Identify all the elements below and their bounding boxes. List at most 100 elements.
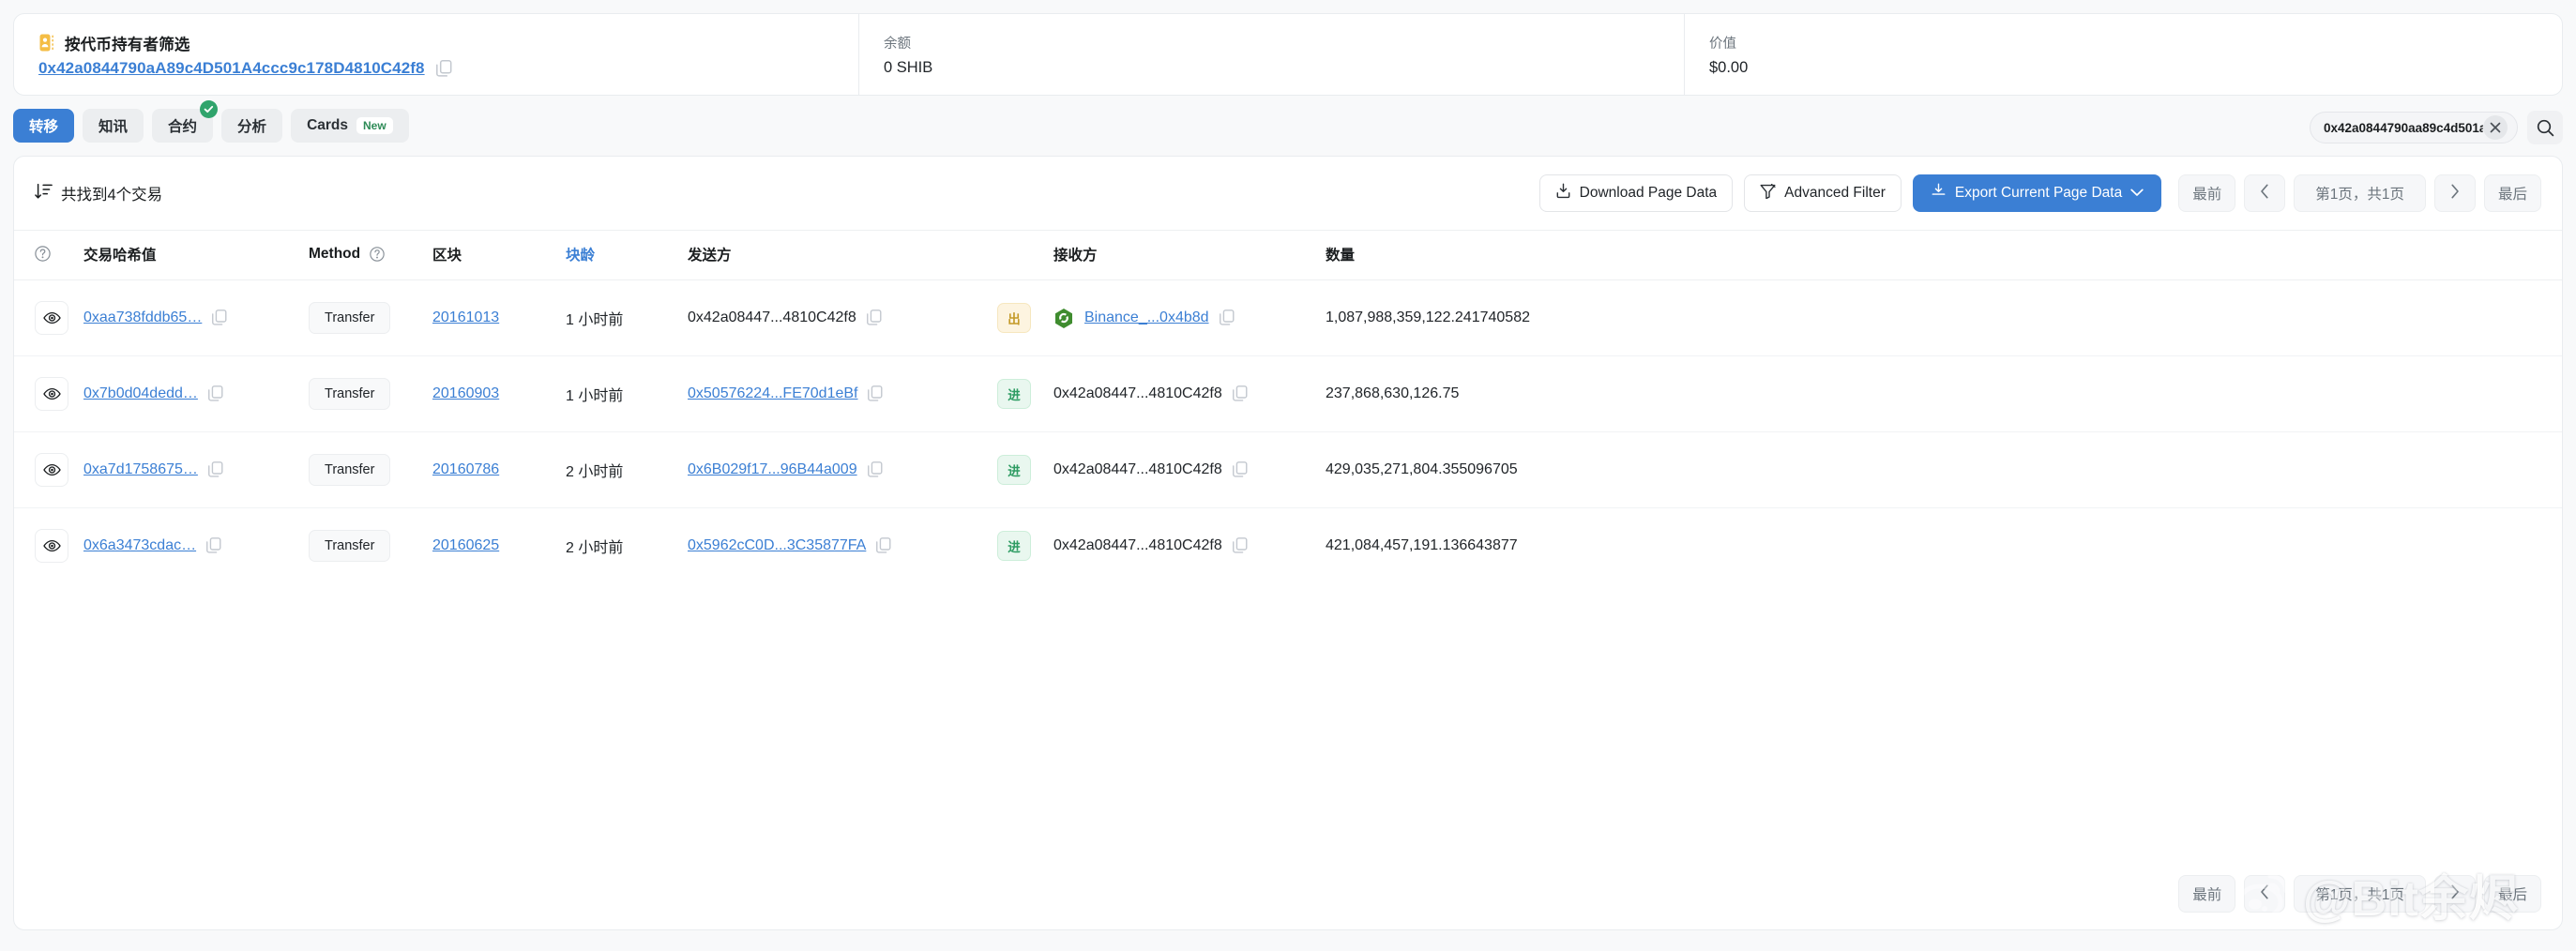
copy-icon[interactable] bbox=[868, 385, 884, 402]
pagination-bottom: 最前 第1页，共1页 最后 bbox=[2178, 875, 2541, 913]
copy-icon[interactable] bbox=[207, 385, 224, 402]
funnel-icon bbox=[1760, 183, 1776, 204]
to-address-link[interactable]: Binance_...0x4b8d bbox=[1084, 309, 1209, 326]
page-first-button[interactable]: 最前 bbox=[2178, 875, 2236, 913]
copy-icon[interactable] bbox=[867, 461, 884, 478]
value-label: 价值 bbox=[1709, 36, 1736, 52]
from-address: 0x42a08447...4810C42f8 bbox=[688, 309, 856, 325]
cell-block: 20160903 bbox=[432, 355, 566, 432]
tx-hash-link[interactable]: 0xaa738fddb65… bbox=[83, 309, 202, 326]
table-row: 0xaa738fddb65… Transfer 20161013 1 小时前 0… bbox=[14, 279, 2562, 356]
question-circle-icon[interactable] bbox=[370, 247, 386, 262]
cell-tx-hash: 0xa7d1758675… bbox=[83, 431, 309, 508]
cell-age: 1 小时前 bbox=[566, 279, 688, 356]
chevron-left-icon bbox=[2260, 884, 2269, 904]
result-count-row: 共找到4个交易 bbox=[35, 182, 162, 204]
to-address: 0x42a08447...4810C42f8 bbox=[1053, 385, 1222, 401]
from-address-link[interactable]: 0x50576224...FE70d1eBf bbox=[688, 385, 857, 402]
sort-descending-icon[interactable] bbox=[35, 183, 53, 204]
copy-icon[interactable] bbox=[206, 537, 222, 554]
copy-icon[interactable] bbox=[1232, 385, 1249, 402]
page-next-button[interactable] bbox=[2433, 174, 2476, 212]
header-age[interactable]: 块龄 bbox=[566, 230, 688, 280]
table-body: 0xaa738fddb65… Transfer 20161013 1 小时前 0… bbox=[14, 279, 2562, 584]
cell-from: 0x42a08447...4810C42f8 bbox=[688, 279, 997, 356]
question-circle-icon[interactable] bbox=[35, 246, 51, 263]
export-current-page-data-button[interactable]: Export Current Page Data bbox=[1912, 174, 2162, 212]
cell-from: 0x50576224...FE70d1eBf bbox=[688, 355, 997, 432]
page-prev-button[interactable] bbox=[2244, 875, 2286, 913]
header-to[interactable]: 接收方 bbox=[1053, 230, 1326, 280]
method-badge[interactable]: Transfer bbox=[309, 530, 391, 562]
header-amount[interactable]: 数量 bbox=[1326, 230, 2562, 280]
search-icon[interactable] bbox=[2527, 111, 2563, 144]
eye-icon[interactable] bbox=[35, 377, 68, 411]
close-icon[interactable] bbox=[2483, 115, 2508, 140]
direction-badge-out: 出 bbox=[997, 303, 1031, 333]
tab-cards-new-badge: New bbox=[356, 117, 393, 134]
copy-icon[interactable] bbox=[435, 59, 452, 77]
account-summary-card: 按代币持有者筛选 0x42a0844790aA89c4D501A4ccc9c17… bbox=[13, 13, 2563, 96]
method-badge[interactable]: Transfer bbox=[309, 454, 391, 486]
to-address: 0x42a08447...4810C42f8 bbox=[1053, 461, 1222, 477]
from-address-link[interactable]: 0x5962cC0D...3C35877FA bbox=[688, 537, 866, 554]
download-page-data-button[interactable]: Download Page Data bbox=[1538, 174, 1734, 212]
chevron-down-icon bbox=[2130, 185, 2144, 202]
table-row: 0xa7d1758675… Transfer 20160786 2 小时前 0x… bbox=[14, 431, 2562, 508]
tab-cards[interactable]: Cards New bbox=[291, 109, 409, 143]
page-next-button[interactable] bbox=[2433, 875, 2476, 913]
holder-address-link[interactable]: 0x42a0844790aA89c4D501A4ccc9c178D4810C42… bbox=[38, 59, 425, 78]
header-tx-hash[interactable]: 交易哈希值 bbox=[83, 230, 309, 280]
header-block[interactable]: 区块 bbox=[432, 230, 566, 280]
method-badge[interactable]: Transfer bbox=[309, 302, 391, 334]
header-method[interactable]: Method bbox=[309, 230, 432, 280]
holder-filter-block: 按代币持有者筛选 0x42a0844790aA89c4D501A4ccc9c17… bbox=[14, 14, 858, 95]
method-badge[interactable]: Transfer bbox=[309, 378, 391, 410]
tab-info-label: 知讯 bbox=[98, 119, 129, 135]
block-link[interactable]: 20160903 bbox=[432, 385, 499, 401]
copy-icon[interactable] bbox=[1232, 461, 1249, 478]
download-icon bbox=[1555, 183, 1571, 204]
page-first-button[interactable]: 最前 bbox=[2178, 174, 2236, 212]
tx-hash-link[interactable]: 0x7b0d04dedd… bbox=[83, 385, 198, 402]
copy-icon[interactable] bbox=[1232, 537, 1249, 554]
advanced-filter-button[interactable]: Advanced Filter bbox=[1744, 174, 1902, 212]
block-link[interactable]: 20160786 bbox=[432, 461, 499, 477]
block-link[interactable]: 20160625 bbox=[432, 537, 499, 553]
page-prev-button[interactable] bbox=[2244, 174, 2286, 212]
page-indicator[interactable]: 第1页，共1页 bbox=[2294, 174, 2426, 212]
tx-hash-link[interactable]: 0xa7d1758675… bbox=[83, 461, 198, 478]
direction-badge-in: 进 bbox=[997, 455, 1031, 485]
cell-age: 2 小时前 bbox=[566, 540, 624, 556]
direction-badge-in: 进 bbox=[997, 531, 1031, 561]
holder-filter-title-row: 按代币持有者筛选 bbox=[38, 32, 834, 54]
binance-icon bbox=[1053, 308, 1074, 328]
eye-icon[interactable] bbox=[35, 301, 68, 335]
eye-icon[interactable] bbox=[35, 453, 68, 487]
search-box[interactable] bbox=[2310, 112, 2518, 143]
to-address: 0x42a08447...4810C42f8 bbox=[1053, 537, 1222, 553]
tab-analytics[interactable]: 分析 bbox=[221, 109, 283, 143]
copy-icon[interactable] bbox=[212, 309, 228, 326]
download-icon bbox=[1931, 183, 1947, 204]
tx-hash-link[interactable]: 0x6a3473cdac… bbox=[83, 537, 196, 554]
page-last-button[interactable]: 最后 bbox=[2483, 875, 2541, 913]
from-address-link[interactable]: 0x6B029f17...96B44a009 bbox=[688, 461, 857, 478]
page-indicator[interactable]: 第1页，共1页 bbox=[2294, 875, 2426, 913]
table-header-row: 交易哈希值 Method 区块 块龄 发送方 接收方 数量 bbox=[14, 230, 2562, 280]
block-link[interactable]: 20161013 bbox=[432, 309, 499, 325]
copy-icon[interactable] bbox=[1219, 309, 1235, 326]
header-from[interactable]: 发送方 bbox=[688, 230, 997, 280]
page-last-button[interactable]: 最后 bbox=[2483, 174, 2541, 212]
cell-tx-hash: 0x6a3473cdac… bbox=[83, 508, 309, 584]
eye-icon[interactable] bbox=[35, 529, 68, 563]
search-input[interactable] bbox=[2324, 120, 2483, 135]
copy-icon[interactable] bbox=[207, 461, 224, 478]
tab-info[interactable]: 知讯 bbox=[83, 109, 144, 143]
copy-icon[interactable] bbox=[876, 537, 892, 554]
chevron-left-icon bbox=[2260, 184, 2269, 204]
tab-analytics-label: 分析 bbox=[237, 119, 267, 135]
copy-icon[interactable] bbox=[866, 309, 883, 326]
tab-contract[interactable]: 合约 bbox=[152, 100, 219, 143]
tab-transfers[interactable]: 转移 bbox=[13, 109, 75, 143]
